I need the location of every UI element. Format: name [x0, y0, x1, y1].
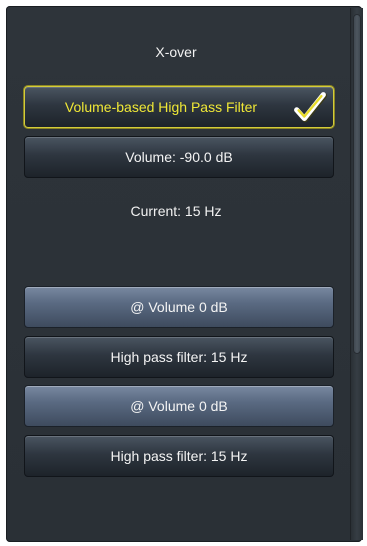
- hpf-button-2[interactable]: High pass filter: 15 Hz: [24, 435, 334, 477]
- window-frame: X-over Volume-based High Pass Filter Vol…: [0, 0, 367, 546]
- scrollbar[interactable]: [350, 8, 363, 540]
- hpf-label-1: High pass filter: 15 Hz: [110, 349, 248, 365]
- hpf-button-1[interactable]: High pass filter: 15 Hz: [24, 336, 334, 378]
- at-volume-button-2[interactable]: @ Volume 0 dB: [24, 385, 334, 427]
- at-volume-button-1[interactable]: @ Volume 0 dB: [24, 286, 334, 328]
- check-icon: [294, 92, 328, 123]
- volume-hpf-toggle-button[interactable]: Volume-based High Pass Filter: [24, 86, 334, 128]
- xover-panel: X-over Volume-based High Pass Filter Vol…: [6, 6, 363, 542]
- panel-title: X-over: [155, 44, 197, 60]
- at-volume-label-2: @ Volume 0 dB: [130, 398, 228, 414]
- volume-button[interactable]: Volume: -90.0 dB: [24, 136, 334, 178]
- volume-hpf-label: Volume-based High Pass Filter: [64, 99, 258, 115]
- hpf-label-2: High pass filter: 15 Hz: [110, 448, 248, 464]
- volume-label: Volume: -90.0 dB: [125, 149, 233, 165]
- current-frequency-label: Current: 15 Hz: [130, 203, 222, 219]
- at-volume-label-1: @ Volume 0 dB: [130, 299, 228, 315]
- scrollbar-thumb[interactable]: [353, 14, 361, 354]
